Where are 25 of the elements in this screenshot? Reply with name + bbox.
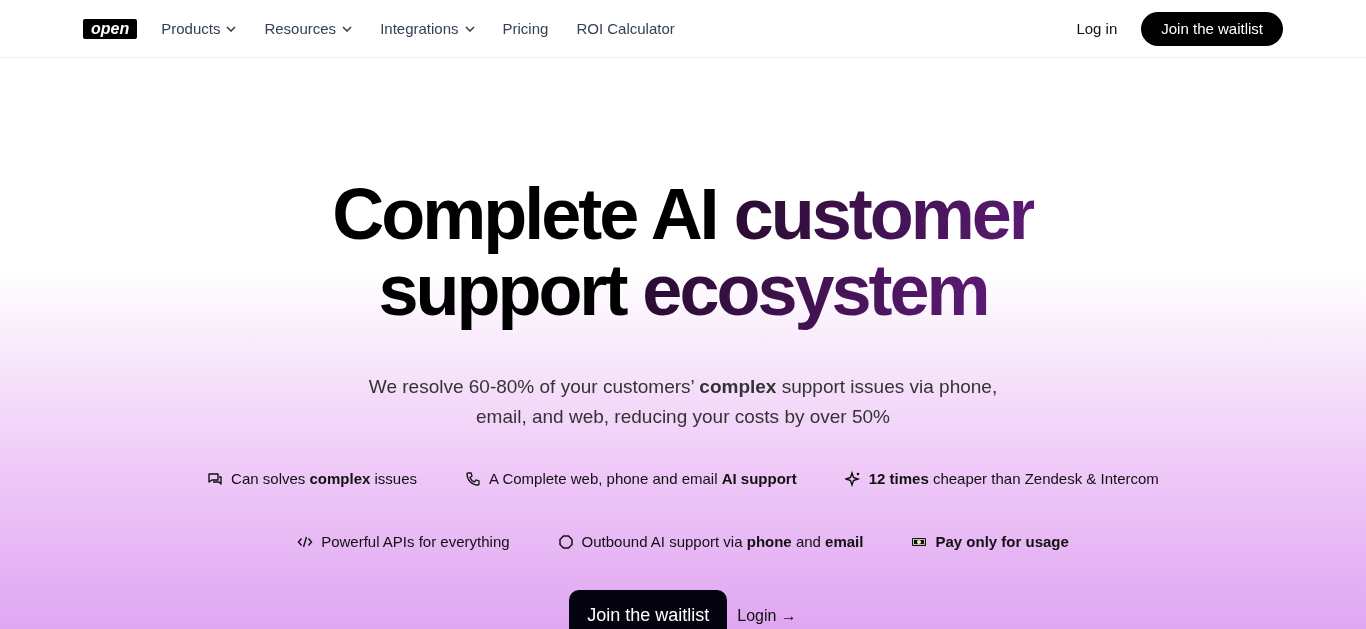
octagon-icon	[557, 533, 574, 550]
feature-text: A Complete web, phone and email AI support	[489, 470, 797, 487]
nav-item[interactable]: Integrations	[380, 20, 475, 37]
chat-bubbles-icon	[207, 470, 224, 487]
chevron-down-icon	[342, 25, 353, 32]
feature-text: Powerful APIs for everything	[321, 533, 510, 550]
chevron-down-icon	[464, 25, 475, 32]
login-link[interactable]: Log in	[1076, 20, 1118, 37]
feature-text: Outbound AI support via phone and email	[581, 533, 864, 550]
feature-text: 12 times cheaper than Zendesk & Intercom	[868, 470, 1159, 487]
feature-text: Can solves complex issues	[231, 470, 418, 487]
waitlist-button[interactable]: Join the waitlist	[569, 590, 728, 629]
headline: Complete AI customer support ecosystem	[332, 176, 1034, 328]
nav-item[interactable]: ROI Calculator	[576, 20, 675, 37]
nav-item[interactable]: Resources	[264, 20, 353, 37]
chevron-down-icon	[226, 25, 237, 32]
nav-item[interactable]: Pricing	[502, 20, 549, 37]
logo[interactable]: open	[83, 18, 138, 39]
subtitle: We resolve 60-80% of your customers’ complex support issues via phone, email, and web, reducing your costs by over 50%	[367, 375, 999, 429]
waitlist-button[interactable]: Join the waitlist	[1141, 11, 1283, 46]
login-link[interactable]: Login →	[737, 590, 797, 625]
nav-item[interactable]: Products	[161, 20, 237, 37]
feature-text: Pay only for usage	[935, 533, 1069, 550]
phone-icon	[465, 470, 482, 487]
sparkle-icon	[844, 470, 861, 487]
